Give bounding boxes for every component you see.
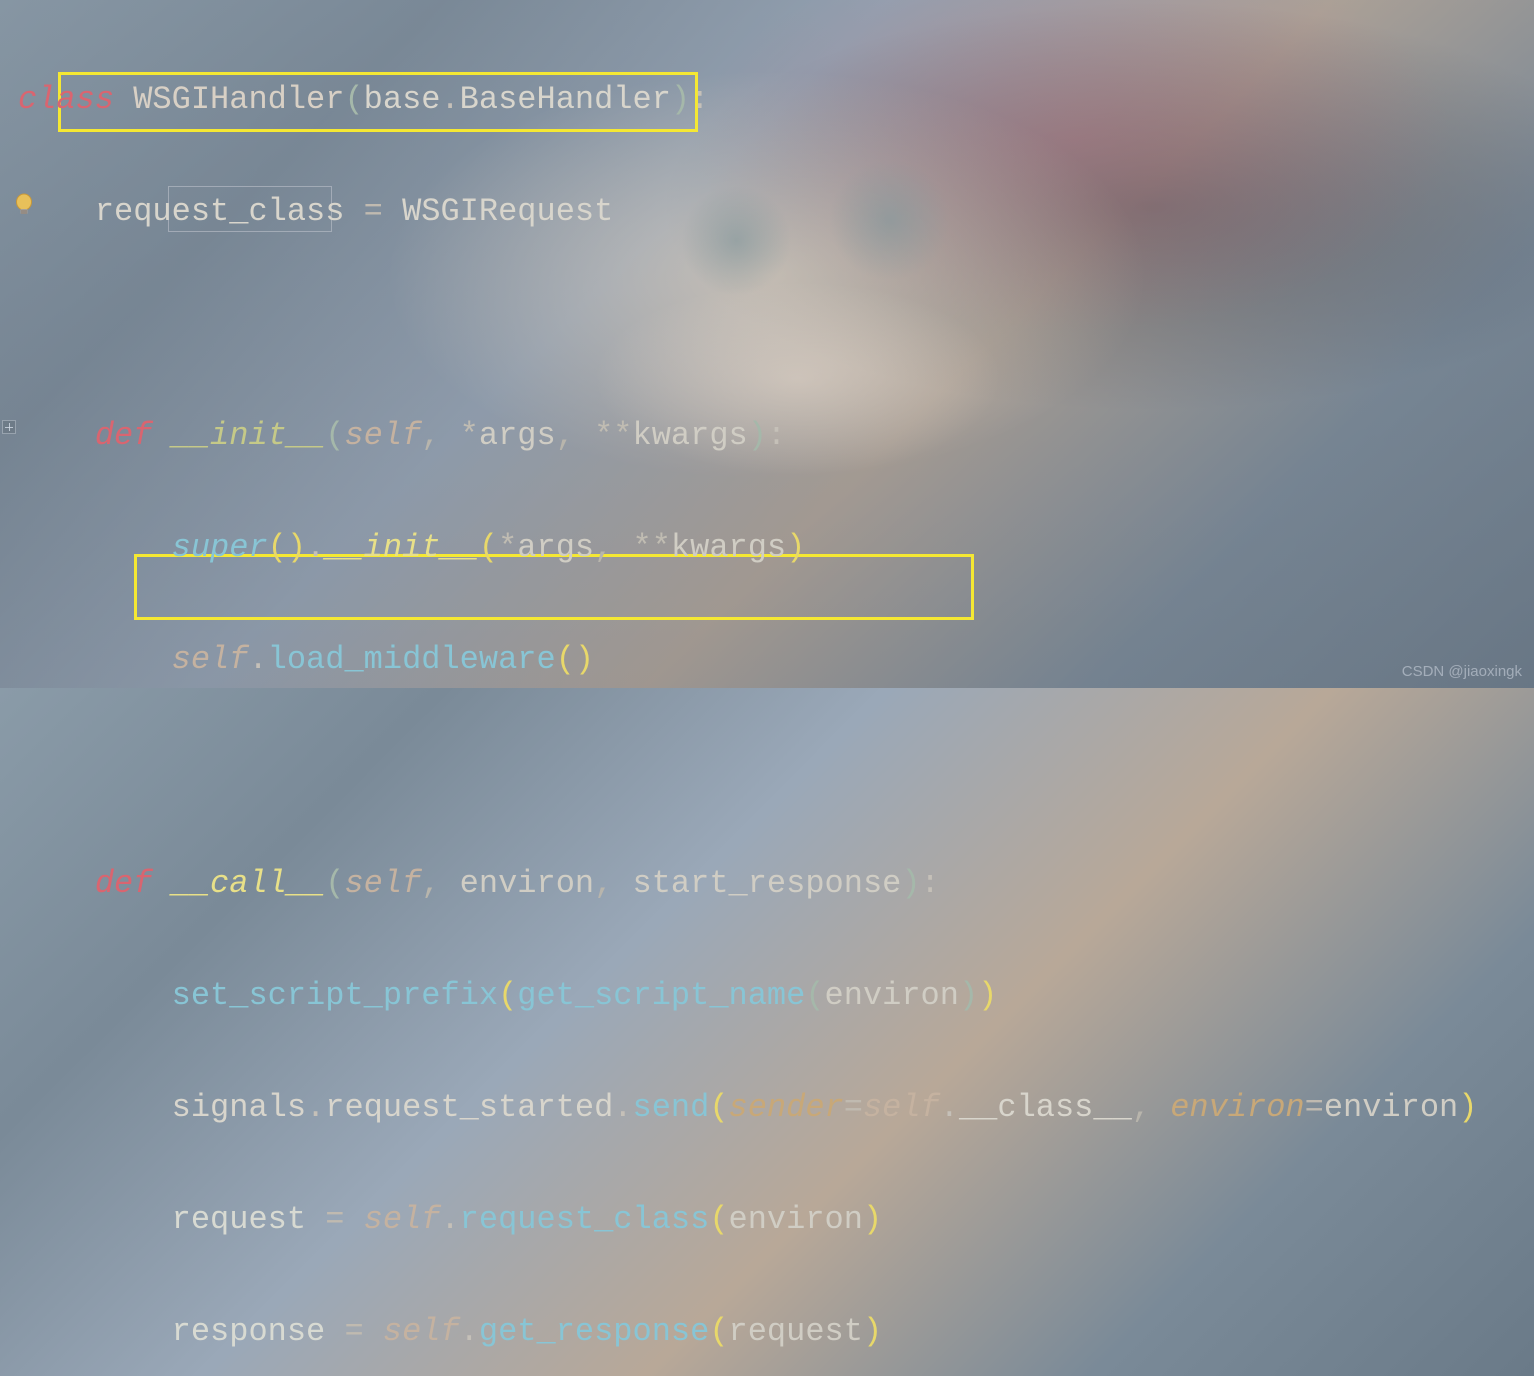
method-call: __call__ <box>172 865 326 902</box>
code-line-6: self.load_middleware() <box>18 632 1534 688</box>
gutter <box>0 0 40 688</box>
code-editor[interactable]: class WSGIHandler(base.BaseHandler): req… <box>0 0 1534 1376</box>
watermark: CSDN @jiaoxingk <box>1402 663 1522 680</box>
keyword-def: def <box>95 417 153 454</box>
code-line-10: signals.request_started.send(sender=self… <box>18 1080 1534 1136</box>
code-line-1: class WSGIHandler(base.BaseHandler): <box>18 72 1534 128</box>
code-line-5: super().__init__(*args, **kwargs) <box>18 520 1534 576</box>
fold-icon[interactable] <box>2 420 16 434</box>
lightbulb-icon[interactable] <box>14 192 34 218</box>
code-line-4: def __init__(self, *args, **kwargs): <box>18 408 1534 464</box>
method-init: __init__ <box>172 417 326 454</box>
code-line-11: request = self.request_class(environ) <box>18 1192 1534 1248</box>
code-line-8: def __call__(self, environ, start_respon… <box>18 856 1534 912</box>
code-line-3 <box>18 296 1534 352</box>
code-line-7 <box>18 744 1534 800</box>
code-line-12: response = self.get_response(request) <box>18 1304 1534 1360</box>
code-line-2: request_class = WSGIRequest <box>18 184 1534 240</box>
class-name: WSGIHandler <box>133 81 344 118</box>
code-line-9: set_script_prefix(get_script_name(enviro… <box>18 968 1534 1024</box>
